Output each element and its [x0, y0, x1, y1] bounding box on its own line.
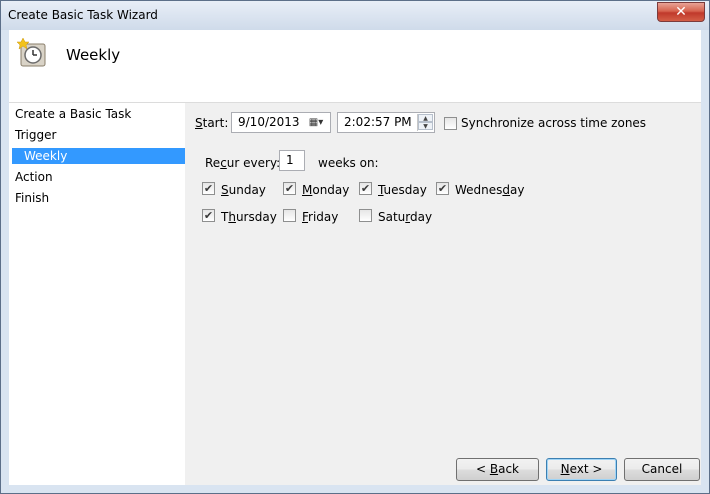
window-title: Create Basic Task Wizard	[8, 8, 158, 22]
saturday-checkbox[interactable]	[359, 209, 372, 222]
wednesday-label[interactable]: Wednesday	[455, 183, 525, 197]
thursday-label[interactable]: Thursday	[221, 210, 277, 224]
calendar-dropdown-icon[interactable]: ▦▾	[304, 115, 328, 130]
sync-timezones-checkbox[interactable]	[444, 117, 457, 130]
clock-icon	[17, 38, 46, 67]
nav-item-trigger[interactable]: Trigger	[15, 128, 56, 142]
time-spinner[interactable]: ▲ ▼	[417, 114, 433, 131]
thursday-checkbox[interactable]: ✔	[202, 209, 215, 222]
page-title: Weekly	[66, 46, 121, 64]
friday-label[interactable]: Friday	[302, 210, 338, 224]
tuesday-label[interactable]: Tuesday	[378, 183, 427, 197]
spin-up-icon[interactable]: ▲	[418, 114, 433, 122]
spin-down-icon[interactable]: ▼	[418, 122, 433, 130]
title-bar[interactable]: Create Basic Task Wizard ✕	[1, 1, 709, 30]
tuesday-checkbox[interactable]: ✔	[359, 182, 372, 195]
monday-checkbox[interactable]: ✔	[283, 182, 296, 195]
close-button[interactable]: ✕	[657, 2, 705, 22]
back-label: < Back	[475, 462, 519, 476]
close-icon: ✕	[675, 4, 687, 20]
wizard-window: Create Basic Task Wizard ✕ Weekly Create…	[0, 0, 710, 494]
nav-item-create-basic-task[interactable]: Create a Basic Task	[15, 107, 131, 121]
recur-weeks-input[interactable]: 1	[279, 150, 305, 171]
sync-timezones-label[interactable]: Synchronize across time zones	[461, 116, 646, 130]
back-button[interactable]: < Back	[456, 458, 539, 481]
next-label: Next >	[560, 462, 603, 476]
sunday-label[interactable]: Sunday	[221, 183, 266, 197]
trigger-settings-panel: Start: 9/10/2013 ▦▾ 2:02:57 PM ▲ ▼ Synch…	[185, 103, 701, 485]
wednesday-checkbox[interactable]: ✔	[436, 182, 449, 195]
start-time-value: 2:02:57 PM	[344, 115, 412, 129]
friday-checkbox[interactable]	[283, 209, 296, 222]
recur-label: Recur every:	[205, 156, 281, 170]
saturday-label[interactable]: Saturday	[378, 210, 432, 224]
start-date-value: 9/10/2013	[238, 115, 300, 129]
start-time-field[interactable]: 2:02:57 PM ▲ ▼	[337, 112, 435, 133]
cancel-label: Cancel	[641, 462, 683, 476]
next-button[interactable]: Next >	[546, 458, 617, 481]
cancel-button[interactable]: Cancel	[624, 458, 700, 481]
nav-item-action[interactable]: Action	[15, 170, 53, 184]
weeks-on-label: weeks on:	[318, 156, 379, 170]
monday-label[interactable]: Monday	[302, 183, 349, 197]
nav-item-finish[interactable]: Finish	[15, 191, 49, 205]
start-date-picker[interactable]: 9/10/2013 ▦▾	[231, 112, 331, 133]
sunday-checkbox[interactable]: ✔	[202, 182, 215, 195]
wizard-header: Weekly	[9, 30, 701, 103]
wizard-step-nav: Create a Basic Task Trigger Weekly Actio…	[9, 103, 186, 485]
nav-item-weekly[interactable]: Weekly	[12, 148, 186, 164]
start-label: Start:	[195, 116, 229, 130]
recur-weeks-value: 1	[286, 153, 294, 167]
